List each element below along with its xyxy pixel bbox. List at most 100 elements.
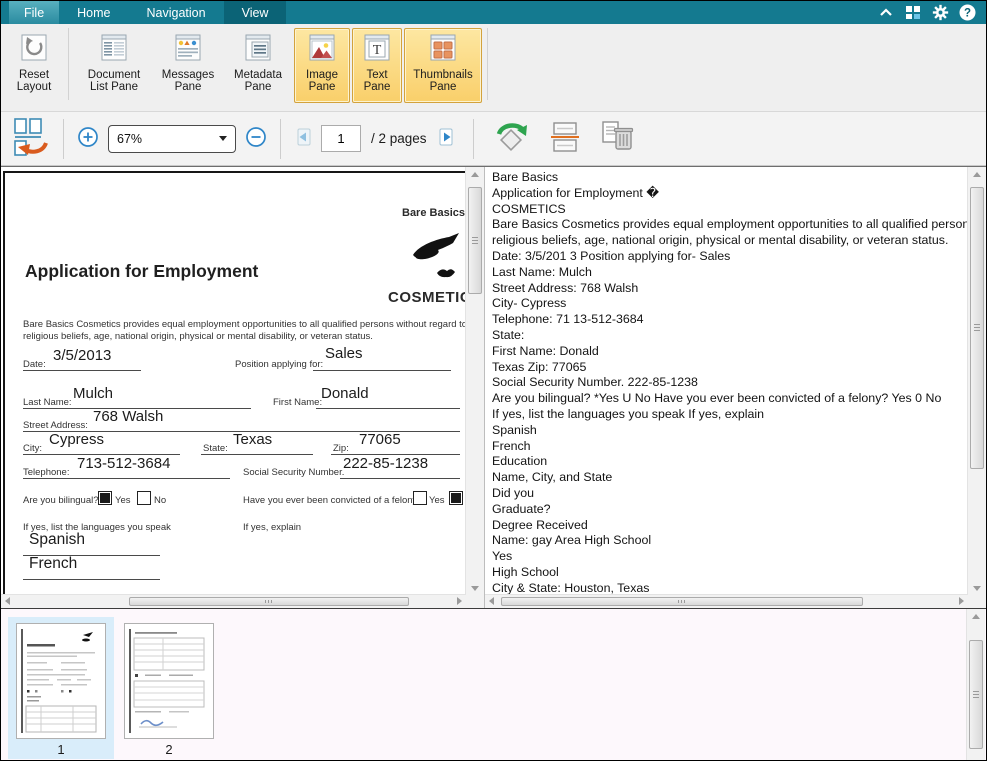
thumbnails-vertical-scrollbar[interactable] xyxy=(966,609,985,761)
image-pane-label: Image Pane xyxy=(299,69,345,94)
split-document-button[interactable] xyxy=(546,117,582,160)
bilingual-yes-checkbox xyxy=(98,491,112,505)
chevron-down-icon xyxy=(219,136,227,141)
ribbon: Reset Layout Document List Pane xyxy=(1,24,986,112)
text-line: Graduate? xyxy=(492,502,968,518)
doc-underline xyxy=(201,453,313,455)
reset-layout-label: Reset Layout xyxy=(10,69,58,94)
scroll-down-arrow-icon[interactable] xyxy=(973,586,981,591)
rotate-page-button[interactable] xyxy=(491,117,531,160)
text-pane-icon: T xyxy=(360,32,394,68)
scroll-down-arrow-icon[interactable] xyxy=(471,586,479,591)
text-line: Texas Zip: 77065 xyxy=(492,360,968,376)
scrollbar-corner xyxy=(466,595,484,608)
text-line: Bare Basics xyxy=(492,170,968,186)
text-line: Bare Basics Cosmetics provides equal emp… xyxy=(492,217,968,233)
scanned-document-page: Bare Basics Application for Employment C… xyxy=(3,171,466,595)
scroll-up-arrow-icon[interactable] xyxy=(471,172,479,177)
zoom-level-value: 67% xyxy=(117,132,142,146)
doc-brand-top: Bare Basics xyxy=(305,207,465,219)
zoom-level-select[interactable]: 67% xyxy=(108,125,236,153)
scroll-left-arrow-icon[interactable] xyxy=(5,597,10,605)
text-pane-hscroll-thumb[interactable] xyxy=(501,597,863,606)
doc-underline xyxy=(23,578,160,580)
metadata-pane-button[interactable]: Metadata Pane xyxy=(224,28,292,103)
tab-file[interactable]: File xyxy=(9,1,59,24)
chevron-up-icon[interactable] xyxy=(877,4,895,22)
doc-ssn-value: 222-85-1238 xyxy=(343,455,428,472)
doc-zip-value: 77065 xyxy=(359,431,401,448)
toolbar-separator xyxy=(63,119,64,159)
tab-home[interactable]: Home xyxy=(59,1,128,24)
scroll-right-arrow-icon[interactable] xyxy=(457,597,462,605)
previous-page-button[interactable] xyxy=(294,127,314,150)
layout-panes-icon[interactable] xyxy=(904,4,922,22)
zoom-out-button[interactable] xyxy=(245,126,267,151)
text-line: Name, City, and State xyxy=(492,470,968,486)
thumbnail-page-1[interactable]: 1 xyxy=(8,617,114,759)
messages-pane-icon xyxy=(171,32,205,68)
doc-underline xyxy=(313,369,451,371)
thumbnails-pane-icon xyxy=(426,32,460,68)
thumbnail-page-2[interactable]: 2 xyxy=(116,617,222,759)
text-pane-button[interactable]: T Text Pane xyxy=(352,28,402,103)
text-pane-vertical-scrollbar[interactable] xyxy=(967,167,986,595)
image-pane-vertical-scrollbar[interactable] xyxy=(465,167,484,595)
text-pane-vscroll-thumb[interactable] xyxy=(970,187,984,469)
doc-intro-line2: religious beliefs, age, national origin,… xyxy=(23,331,373,342)
document-list-pane-button[interactable]: Document List Pane xyxy=(76,28,152,103)
doc-last-name-value: Mulch xyxy=(73,385,113,402)
image-pane-vscroll-thumb[interactable] xyxy=(468,187,482,294)
scroll-right-arrow-icon[interactable] xyxy=(959,597,964,605)
scroll-up-arrow-icon[interactable] xyxy=(973,172,981,177)
doc-ssn-label: Social Security Number. xyxy=(243,467,344,478)
tab-home-label: Home xyxy=(77,6,110,20)
zoom-in-button[interactable] xyxy=(77,126,99,151)
next-page-button[interactable] xyxy=(436,127,456,150)
text-pane: Bare Basics Application for Employment �… xyxy=(485,167,986,608)
help-icon[interactable]: ? xyxy=(958,4,976,22)
text-line: Degree Received xyxy=(492,518,968,534)
thumbnails-vscroll-thumb[interactable] xyxy=(969,640,983,749)
tab-navigation[interactable]: Navigation xyxy=(129,1,224,24)
messages-pane-button[interactable]: Messages Pane xyxy=(154,28,222,103)
metadata-pane-label: Metadata Pane xyxy=(229,69,287,94)
ribbon-separator xyxy=(68,28,69,100)
tab-view[interactable]: View xyxy=(224,1,287,24)
doc-street-value: 768 Walsh xyxy=(93,408,163,425)
text-line: French xyxy=(492,439,968,455)
text-line: Last Name: Mulch xyxy=(492,265,968,281)
gear-icon[interactable] xyxy=(931,4,949,22)
doc-first-name-label: First Name: xyxy=(273,397,322,408)
text-line: Did you xyxy=(492,486,968,502)
image-pane-horizontal-scrollbar[interactable] xyxy=(1,594,466,608)
text-line: Street Address: 768 Walsh xyxy=(492,281,968,297)
scroll-up-arrow-icon[interactable] xyxy=(972,614,980,619)
reset-layout-button[interactable]: Reset Layout xyxy=(5,28,63,103)
doc-felony-label: Have you ever been convicted of a felony… xyxy=(243,495,423,506)
scroll-left-arrow-icon[interactable] xyxy=(489,597,494,605)
metadata-pane-icon xyxy=(241,32,275,68)
document-list-pane-icon xyxy=(97,32,131,68)
thumbnail-page-2-image xyxy=(124,623,214,739)
page-number-input[interactable] xyxy=(321,125,361,152)
doc-language1-value: Spanish xyxy=(29,531,85,549)
image-pane-hscroll-thumb[interactable] xyxy=(129,597,409,606)
ribbon-separator xyxy=(487,28,488,100)
text-line: Are you bilingual? *Yes U No Have you ev… xyxy=(492,391,968,407)
delete-page-button[interactable] xyxy=(597,117,637,160)
main-area: Bare Basics Application for Employment C… xyxy=(1,166,986,609)
image-pane-button[interactable]: Image Pane xyxy=(294,28,350,103)
doc-first-name-value: Donald xyxy=(321,385,369,402)
previous-page-icon xyxy=(294,127,314,150)
thumbnail-page-1-image xyxy=(16,623,106,739)
rotate-page-icon xyxy=(491,117,531,160)
doc-underline xyxy=(316,407,460,409)
text-line: Education xyxy=(492,454,968,470)
doc-title: Application for Employment xyxy=(25,261,258,282)
svg-text:T: T xyxy=(373,43,382,58)
unsplit-pages-button[interactable] xyxy=(12,117,50,160)
thumbnails-pane-button[interactable]: Thumbnails Pane xyxy=(404,28,482,103)
text-pane-horizontal-scrollbar[interactable] xyxy=(485,594,968,608)
extracted-text-content: Bare Basics Application for Employment �… xyxy=(485,167,968,595)
